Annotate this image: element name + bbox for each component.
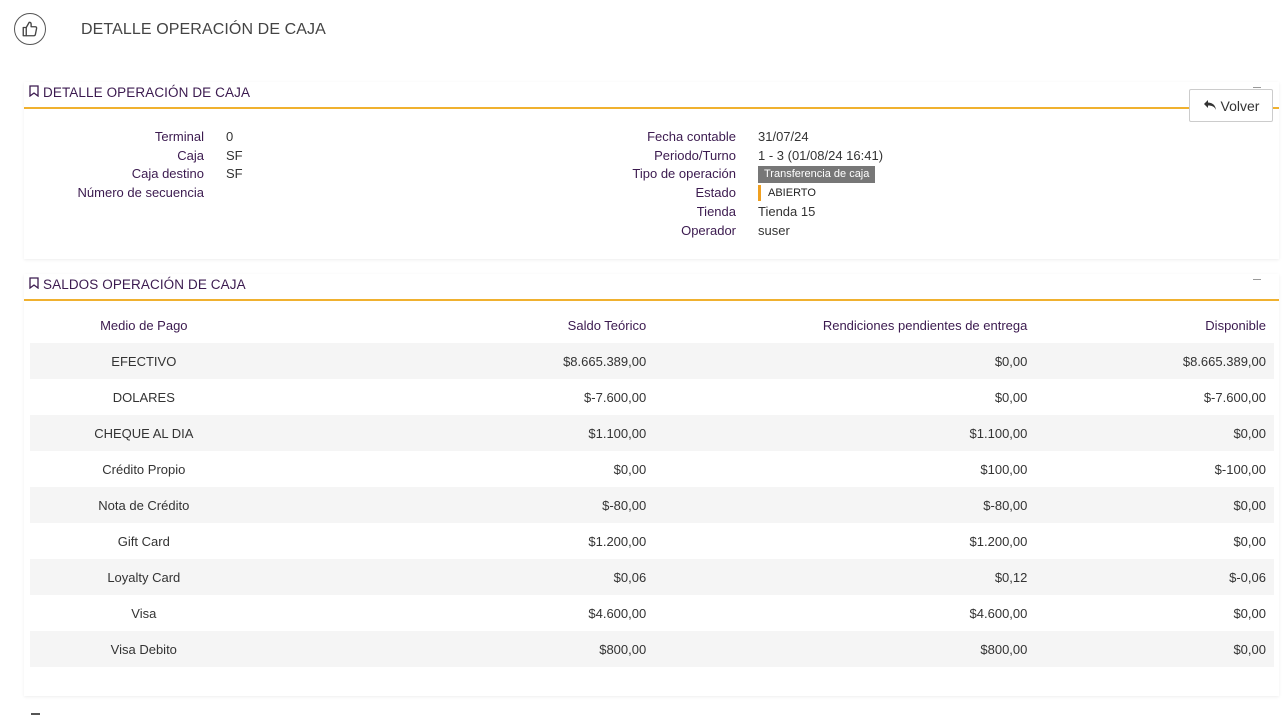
periodo-turno-value: 1 - 3 (01/08/24 16:41) [758, 148, 884, 163]
caja-value: SF [226, 148, 243, 163]
column-header: Medio de Pago [100, 317, 188, 333]
table-cell: $0,00 [613, 461, 647, 477]
table-cell: $0,12 [654, 559, 1036, 595]
table-cell: EFECTIVO [30, 343, 258, 379]
table-row: Visa $4.600,00 $4.600,00 $0,00 [30, 595, 1274, 631]
saldos-panel-header: SALDOS OPERACIÓN DE CAJA [24, 274, 1279, 301]
volver-label: Volver [1220, 97, 1260, 114]
volver-button[interactable]: Volver [1189, 89, 1273, 122]
table-cell: CHEQUE AL DIA [30, 415, 258, 451]
table-cell: $0,00 [994, 389, 1028, 405]
table-cell: $0,00 [654, 343, 1036, 379]
column-header: Rendiciones pendientes de entrega [822, 317, 1028, 333]
table-row: Crédito Propio $0,00 $100,00 $-100,00 [30, 451, 1274, 487]
table-cell: $1.100,00 [654, 415, 1036, 451]
table-cell: $0,00 [1233, 533, 1266, 549]
numero-secuencia-label: Número de secuencia [77, 185, 204, 200]
table-cell: $0,00 [1035, 631, 1274, 667]
status-badge: ABIERTO [758, 185, 823, 201]
table-cell: $-100,00 [1214, 461, 1266, 477]
caja-destino-value: SF [226, 166, 243, 181]
bookmark-icon [29, 277, 39, 292]
detail-panel: DETALLE OPERACIÓN DE CAJA Terminal 0 Caj… [24, 82, 1279, 259]
tipo-operacion-label: Tipo de operación [632, 166, 736, 181]
collapse-handle[interactable] [31, 713, 40, 715]
fecha-contable-label: Fecha contable [647, 129, 736, 144]
table-cell: DOLARES [112, 389, 175, 405]
page-header: DETALLE OPERACIÓN DE CAJA [0, 0, 1288, 62]
table-row: Gift Card $1.200,00 $1.200,00 $0,00 [30, 523, 1274, 559]
periodo-turno-label: Periodo/Turno [654, 148, 736, 163]
table-row: Nota de Crédito $-80,00 $-80,00 $0,00 [30, 487, 1274, 523]
table-row: DOLARES $-7.600,00 $0,00 $-7.600,00 [30, 379, 1274, 415]
table-cell: $-7.600,00 [1203, 389, 1266, 405]
table-cell: $-7.600,00 [584, 389, 647, 405]
table-header-row: Medio de Pago Saldo Teórico Rendiciones … [30, 307, 1274, 343]
table-cell: Loyalty Card [30, 559, 258, 595]
table-cell: $800,00 [654, 631, 1036, 667]
column-header: Saldo Teórico [567, 317, 647, 333]
fecha-contable-value: 31/07/24 [758, 129, 809, 144]
table-cell: $-0,06 [1035, 559, 1274, 595]
table-cell: $1.200,00 [588, 533, 647, 549]
tienda-value: Tienda 15 [758, 204, 816, 219]
table-row: Visa Debito $800,00 $800,00 $0,00 [30, 631, 1274, 667]
reply-arrow-icon [1203, 98, 1217, 114]
table-cell: $0,00 [1035, 415, 1274, 451]
thumbs-up-icon[interactable] [14, 13, 46, 45]
saldos-table: Medio de Pago Saldo Teórico Rendiciones … [30, 307, 1274, 667]
table-cell: $100,00 [980, 461, 1028, 477]
column-header: Disponible [1205, 317, 1266, 333]
caja-destino-label: Caja destino [131, 166, 204, 181]
table-cell: $8.665.389,00 [1035, 343, 1274, 379]
table-cell: $1.200,00 [969, 533, 1028, 549]
table-cell: $-80,00 [257, 487, 655, 523]
table-cell: $0,00 [1233, 605, 1266, 621]
collapse-button[interactable] [1253, 86, 1261, 88]
page-title: DETALLE OPERACIÓN DE CAJA [81, 21, 326, 38]
saldos-panel: SALDOS OPERACIÓN DE CAJA Medio de Pago S… [24, 274, 1279, 696]
table-cell: $800,00 [257, 631, 655, 667]
table-cell: Nota de Crédito [30, 487, 258, 523]
bookmark-icon [29, 85, 39, 100]
saldos-panel-title: SALDOS OPERACIÓN DE CAJA [43, 277, 246, 292]
table-row: CHEQUE AL DIA $1.100,00 $1.100,00 $0,00 [30, 415, 1274, 451]
table-row: Loyalty Card $0,06 $0,12 $-0,06 [30, 559, 1274, 595]
table-cell: Visa [131, 605, 157, 621]
collapse-button[interactable] [1253, 278, 1261, 280]
terminal-value: 0 [226, 129, 234, 144]
detail-panel-title: DETALLE OPERACIÓN DE CAJA [43, 85, 251, 100]
caja-label: Caja [177, 148, 204, 163]
table-cell: Gift Card [117, 533, 170, 549]
table-cell: $8.665.389,00 [257, 343, 655, 379]
estado-label: Estado [695, 185, 736, 200]
operador-label: Operador [681, 223, 736, 238]
detail-panel-header: DETALLE OPERACIÓN DE CAJA [24, 82, 1279, 109]
table-cell: Crédito Propio [102, 461, 186, 477]
table-row: EFECTIVO $8.665.389,00 $0,00 $8.665.389,… [30, 343, 1274, 379]
tienda-label: Tienda [696, 204, 736, 219]
table-cell: $-80,00 [654, 487, 1036, 523]
table-cell: $0,06 [257, 559, 655, 595]
tipo-operacion-badge: Transferencia de caja [758, 166, 876, 183]
terminal-label: Terminal [154, 129, 204, 144]
operador-value: suser [758, 223, 790, 238]
table-cell: $4.600,00 [588, 605, 647, 621]
table-cell: $0,00 [1035, 487, 1274, 523]
table-cell: $1.100,00 [257, 415, 655, 451]
table-cell: Visa Debito [30, 631, 258, 667]
table-cell: $4.600,00 [969, 605, 1028, 621]
